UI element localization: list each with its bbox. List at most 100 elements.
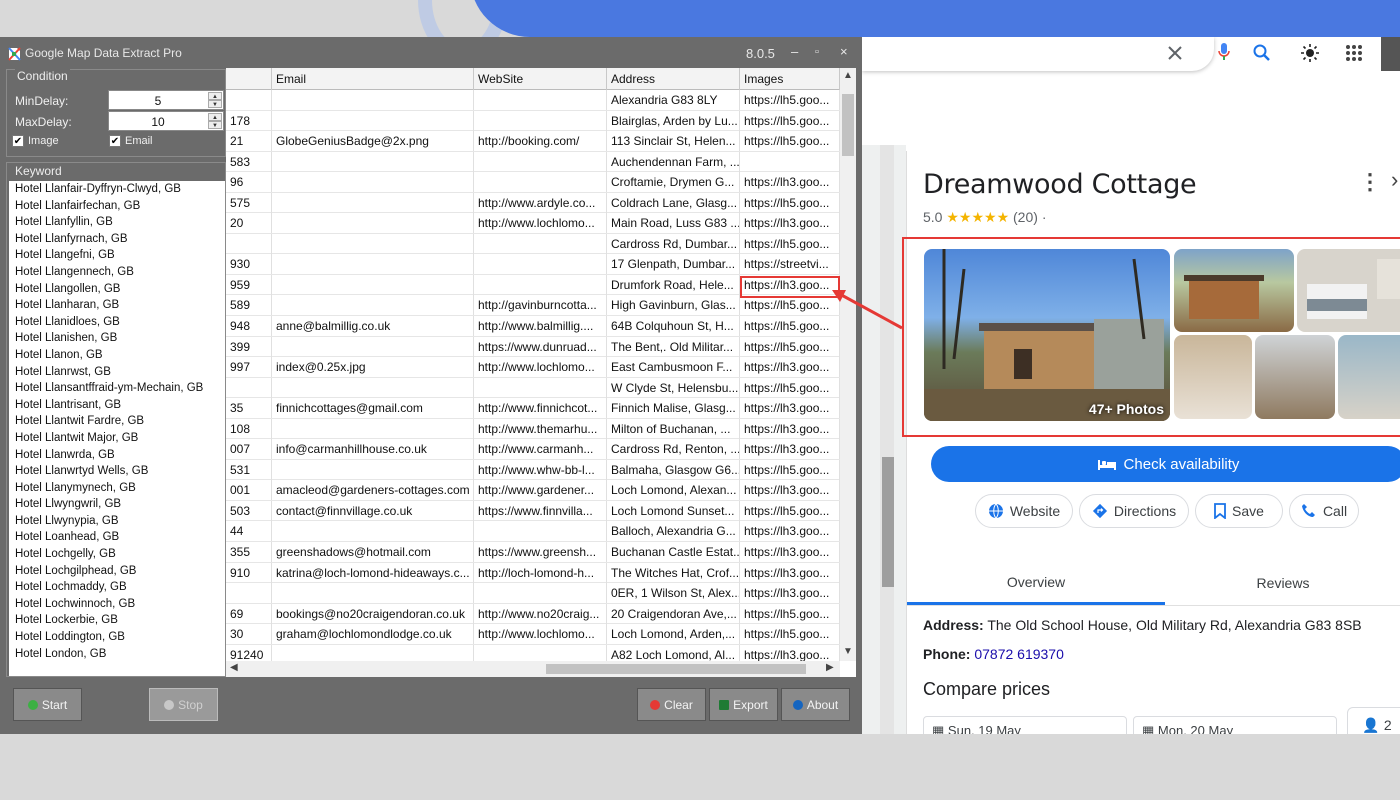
check-in-date[interactable]: ▦ Sun, 19 May xyxy=(923,716,1127,734)
cell-images[interactable]: https://lh3.goo... xyxy=(740,357,840,378)
keyword-item[interactable]: Hotel Llanidloes, GB xyxy=(9,314,225,331)
save-button[interactable]: Save xyxy=(1195,494,1283,528)
apps-grid-icon[interactable] xyxy=(1340,39,1368,67)
cell-address[interactable]: Cardross Rd, Dumbar... xyxy=(607,233,740,254)
title-bar[interactable]: Google Map Data Extract Pro 8.0.5 ‒ ▫ × xyxy=(0,37,862,67)
cell-email[interactable] xyxy=(272,233,474,254)
cell-images[interactable]: https://lh5.goo... xyxy=(740,131,840,152)
cell-images[interactable]: https://streetvi... xyxy=(740,254,840,275)
keyword-item[interactable]: Hotel Lochgelly, GB xyxy=(9,546,225,563)
cell-email[interactable]: bookings@no20craigendoran.co.uk xyxy=(272,603,474,624)
table-row[interactable]: 108 http://www.themarhu... Milton of Bucha… xyxy=(226,418,840,440)
table-row[interactable]: W Clyde St, Helensbu... https://lh5.goo..… xyxy=(226,377,840,399)
cell-id[interactable]: 575 xyxy=(226,192,272,213)
cell-address[interactable]: 0ER, 1 Wilson St, Alex... xyxy=(607,583,740,604)
cell-address[interactable]: 64B Colquhoun St, H... xyxy=(607,316,740,337)
directions-button[interactable]: Directions xyxy=(1079,494,1189,528)
cell-email[interactable] xyxy=(272,151,474,172)
scroll-up-icon[interactable]: ▲ xyxy=(843,70,853,81)
table-row[interactable]: Alexandria G83 8LY https://lh5.goo... xyxy=(226,90,840,111)
table-row[interactable]: 44 Balloch, Alexandria G... https://lh3.go… xyxy=(226,521,840,543)
cell-address[interactable]: Croftamie, Drymen G... xyxy=(607,172,740,193)
table-row[interactable]: 178 Blairglas, Arden by Lu... https://lh5.… xyxy=(226,110,840,132)
cell-images[interactable]: https://lh3.goo... xyxy=(740,439,840,460)
cell-website[interactable]: https://www.finnvilla... xyxy=(474,500,607,521)
cell-website[interactable]: http://gavinburncotta... xyxy=(474,295,607,316)
keyword-item[interactable]: Hotel Lockerbie, GB xyxy=(9,612,225,629)
cell-images[interactable]: https://lh5.goo... xyxy=(740,233,840,254)
scroll-thumb[interactable] xyxy=(546,664,806,674)
cell-id[interactable]: 355 xyxy=(226,542,272,563)
cell-id[interactable]: 96 xyxy=(226,172,272,193)
check-availability-button[interactable]: Check availability xyxy=(931,446,1400,482)
cell-id[interactable]: 910 xyxy=(226,562,272,583)
cell-images[interactable]: https://lh3.goo... xyxy=(740,418,840,439)
cell-id[interactable]: 503 xyxy=(226,500,272,521)
cell-address[interactable]: East Cambusmoon F... xyxy=(607,357,740,378)
table-row[interactable]: Cardross Rd, Dumbar... https://lh5.goo... xyxy=(226,233,840,255)
cell-id[interactable]: 583 xyxy=(226,151,272,172)
keyword-item[interactable]: Hotel Llantrisant, GB xyxy=(9,397,225,414)
call-button[interactable]: Call xyxy=(1289,494,1359,528)
table-row[interactable]: 930 17 Glenpath, Dumbar... https://streetv… xyxy=(226,254,840,275)
cell-website[interactable]: http://www.finnichcot... xyxy=(474,398,607,419)
cell-id[interactable] xyxy=(226,233,272,254)
cell-website[interactable] xyxy=(474,644,607,661)
cell-email[interactable] xyxy=(272,644,474,661)
keyword-item[interactable]: Hotel Lochgilphead, GB xyxy=(9,563,225,580)
cell-website[interactable] xyxy=(474,274,607,295)
cell-email[interactable]: info@carmanhillhouse.co.uk xyxy=(272,439,474,460)
cell-id[interactable]: 108 xyxy=(226,418,272,439)
cell-website[interactable]: http://www.gardener... xyxy=(474,480,607,501)
keyword-item[interactable]: Hotel Llwynypia, GB xyxy=(9,513,225,530)
cell-images[interactable]: https://lh5.goo... xyxy=(740,603,840,624)
clear-button[interactable]: Clear xyxy=(637,688,706,721)
cell-id[interactable]: 20 xyxy=(226,213,272,234)
more-options-icon[interactable]: ⋮ xyxy=(1359,169,1381,195)
cell-email[interactable] xyxy=(272,377,474,398)
about-button[interactable]: About xyxy=(781,688,850,721)
close-icon[interactable] xyxy=(1161,39,1189,67)
search-input[interactable] xyxy=(862,37,1270,71)
minimize-button[interactable]: ‒ xyxy=(791,44,798,59)
cell-website[interactable] xyxy=(474,521,607,542)
cell-website[interactable]: http://www.ardyle.co... xyxy=(474,192,607,213)
cell-images[interactable] xyxy=(740,151,840,172)
min-delay-value[interactable]: 5 xyxy=(109,94,207,108)
cell-address[interactable]: Milton of Buchanan, ... xyxy=(607,418,740,439)
cell-images[interactable]: https://lh5.goo... xyxy=(740,459,840,480)
cell-address[interactable]: High Gavinburn, Glas... xyxy=(607,295,740,316)
keyword-item[interactable]: Hotel Loddington, GB xyxy=(9,629,225,646)
table-row[interactable]: 531 http://www.whw-bb-l... Balmaha, Glasgo… xyxy=(226,459,840,481)
scroll-thumb[interactable] xyxy=(842,94,854,156)
cell-id[interactable]: 91240 xyxy=(226,644,272,661)
cell-website[interactable]: http://www.lochlomo... xyxy=(474,213,607,234)
phone-link[interactable]: 07872 619370 xyxy=(974,646,1064,662)
keyword-item[interactable]: Hotel Llangefni, GB xyxy=(9,247,225,264)
cell-images[interactable]: https://lh3.goo... xyxy=(740,172,840,193)
email-checkbox[interactable]: ✔ Email xyxy=(109,135,153,147)
image-checkbox[interactable]: ✔ Image xyxy=(12,135,59,147)
keyword-item[interactable]: Hotel Llanfyllin, GB xyxy=(9,214,225,231)
keyword-item[interactable]: Hotel Llanharan, GB xyxy=(9,297,225,314)
photo-thumbnail[interactable] xyxy=(1338,335,1400,419)
table-row[interactable]: 503 contact@finnvillage.co.uk https://www.… xyxy=(226,500,840,522)
cell-website[interactable] xyxy=(474,233,607,254)
cell-address[interactable]: Loch Lomond, Alexan... xyxy=(607,480,740,501)
cell-address[interactable]: Loch Lomond Sunset... xyxy=(607,500,740,521)
cell-email[interactable]: katrina@loch-lomond-hideaways.c... xyxy=(272,562,474,583)
cell-email[interactable] xyxy=(272,295,474,316)
keyword-item[interactable]: Hotel Llanfyrnach, GB xyxy=(9,231,225,248)
cell-id[interactable]: 178 xyxy=(226,110,272,131)
cell-website[interactable]: http://booking.com/ xyxy=(474,131,607,152)
review-count[interactable]: (20) xyxy=(1013,209,1038,225)
keyword-item[interactable]: Hotel Llangollen, GB xyxy=(9,281,225,298)
checkmark-icon[interactable]: ✔ xyxy=(109,135,121,147)
table-row[interactable]: 35 finnichcottages@gmail.com http://www.fi… xyxy=(226,398,840,419)
cell-id[interactable]: 001 xyxy=(226,480,272,501)
cell-website[interactable]: http://www.themarhu... xyxy=(474,418,607,439)
cell-email[interactable] xyxy=(272,254,474,275)
cell-email[interactable] xyxy=(272,459,474,480)
keyword-item[interactable]: Hotel Llanon, GB xyxy=(9,347,225,364)
cell-id[interactable]: 21 xyxy=(226,131,272,152)
